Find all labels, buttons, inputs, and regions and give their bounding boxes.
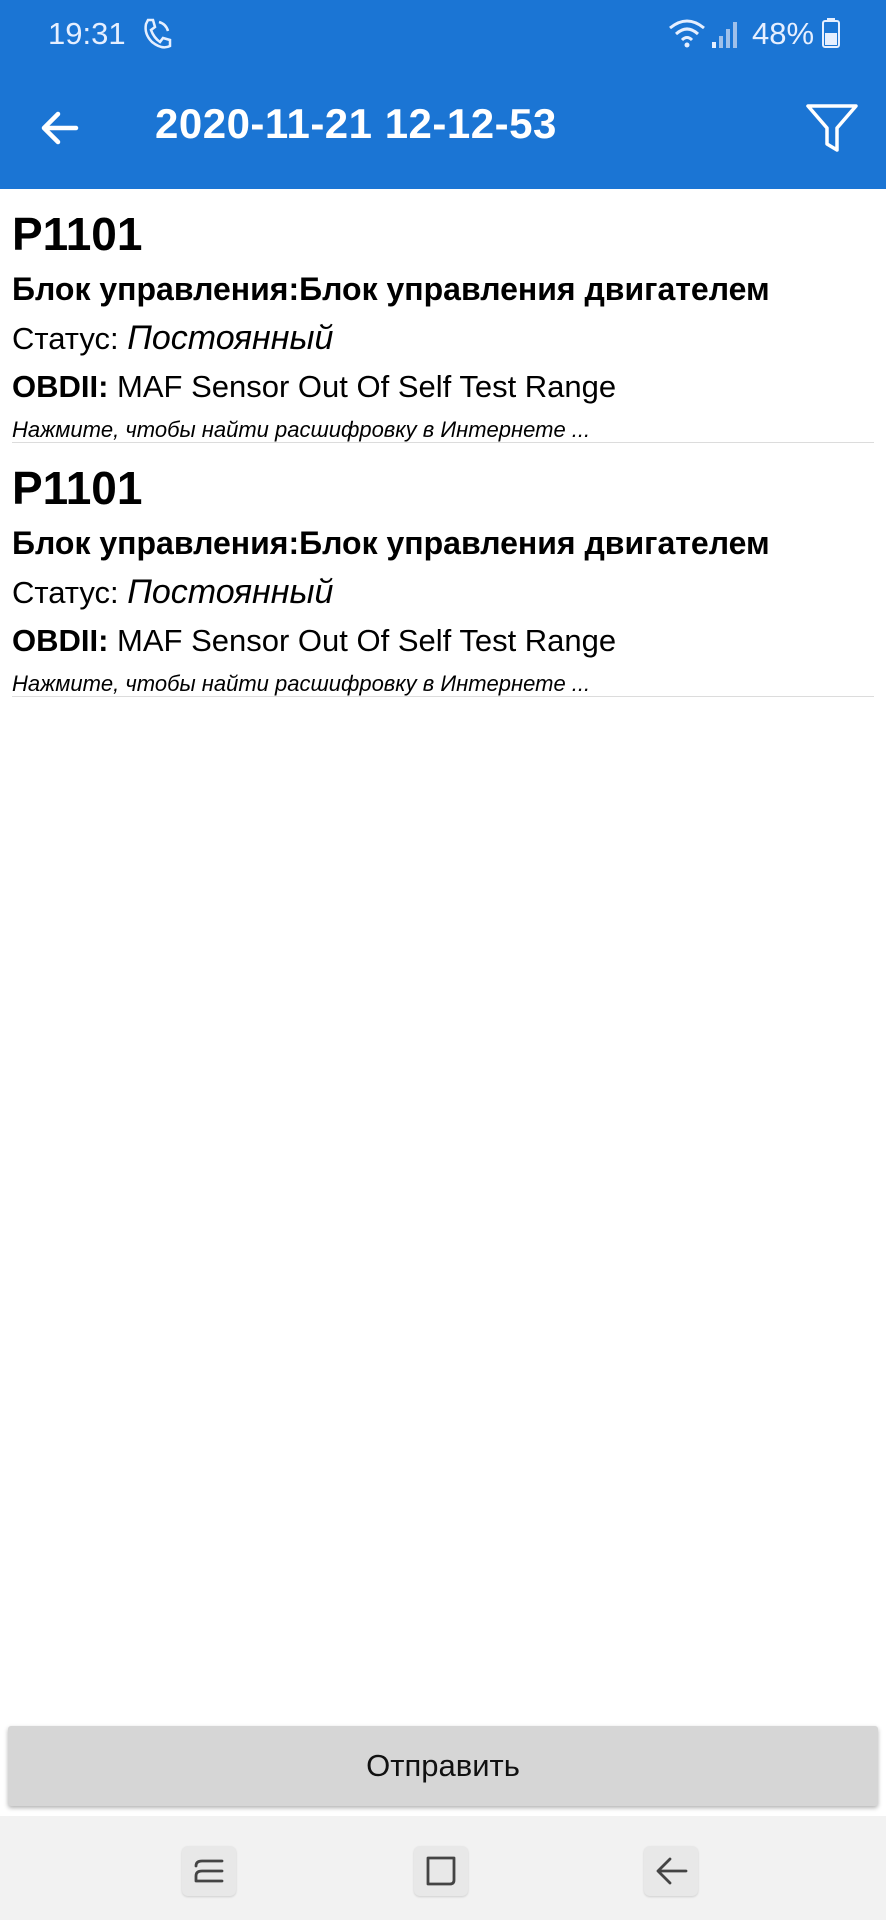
list-item[interactable]: P1101 Блок управления:Блок управления дв… <box>0 189 886 443</box>
signal-icon <box>712 22 737 48</box>
error-code-list: P1101 Блок управления:Блок управления дв… <box>0 189 886 697</box>
filter-icon[interactable] <box>804 100 860 156</box>
send-button[interactable]: Отправить <box>8 1726 878 1806</box>
list-item[interactable]: P1101 Блок управления:Блок управления дв… <box>0 443 886 697</box>
control-module: Блок управления:Блок управления двигател… <box>12 525 770 561</box>
status-value: Постоянный <box>127 573 334 611</box>
navigation-bar <box>0 1816 886 1920</box>
arrow-left-icon[interactable] <box>30 98 90 158</box>
obd-line: OBDII: MAF Sensor Out Of Self Test Range <box>12 623 616 659</box>
obd-label: OBDII: <box>12 623 109 658</box>
obd-line: OBDII: MAF Sensor Out Of Self Test Range <box>12 369 616 405</box>
page-title: 2020-11-21 12-12-53 <box>155 100 557 147</box>
status-label: Статус: <box>12 321 128 356</box>
recents-icon[interactable] <box>182 1846 236 1896</box>
home-icon[interactable] <box>414 1846 468 1896</box>
battery-icon <box>822 18 840 48</box>
obd-label: OBDII: <box>12 369 109 404</box>
status-label: Статус: <box>12 575 128 610</box>
error-code: P1101 <box>12 462 143 514</box>
back-icon[interactable] <box>644 1846 698 1896</box>
status-line: Статус: Постоянный <box>12 573 333 612</box>
toolbar: 2020-11-21 12-12-53 <box>0 70 886 189</box>
status-time: 19:31 <box>48 16 126 51</box>
status-bar: 19:31 48% <box>0 0 886 70</box>
status-value: Постоянный <box>127 319 334 357</box>
obd-description: MAF Sensor Out Of Self Test Range <box>108 623 617 658</box>
control-module: Блок управления:Блок управления двигател… <box>12 271 770 307</box>
error-code: P1101 <box>12 208 143 260</box>
wifi-icon <box>669 19 705 48</box>
phone-call-icon <box>144 18 172 49</box>
search-hint: Нажмите, чтобы найти расшифровку в Интер… <box>12 417 591 442</box>
obd-description: MAF Sensor Out Of Self Test Range <box>108 369 617 404</box>
search-hint: Нажмите, чтобы найти расшифровку в Интер… <box>12 671 591 696</box>
status-line: Статус: Постоянный <box>12 319 333 358</box>
battery-percent: 48% <box>752 16 815 51</box>
divider <box>12 696 874 697</box>
app-bar: 19:31 48% 2020-11-21 12-12-53 <box>0 0 886 189</box>
